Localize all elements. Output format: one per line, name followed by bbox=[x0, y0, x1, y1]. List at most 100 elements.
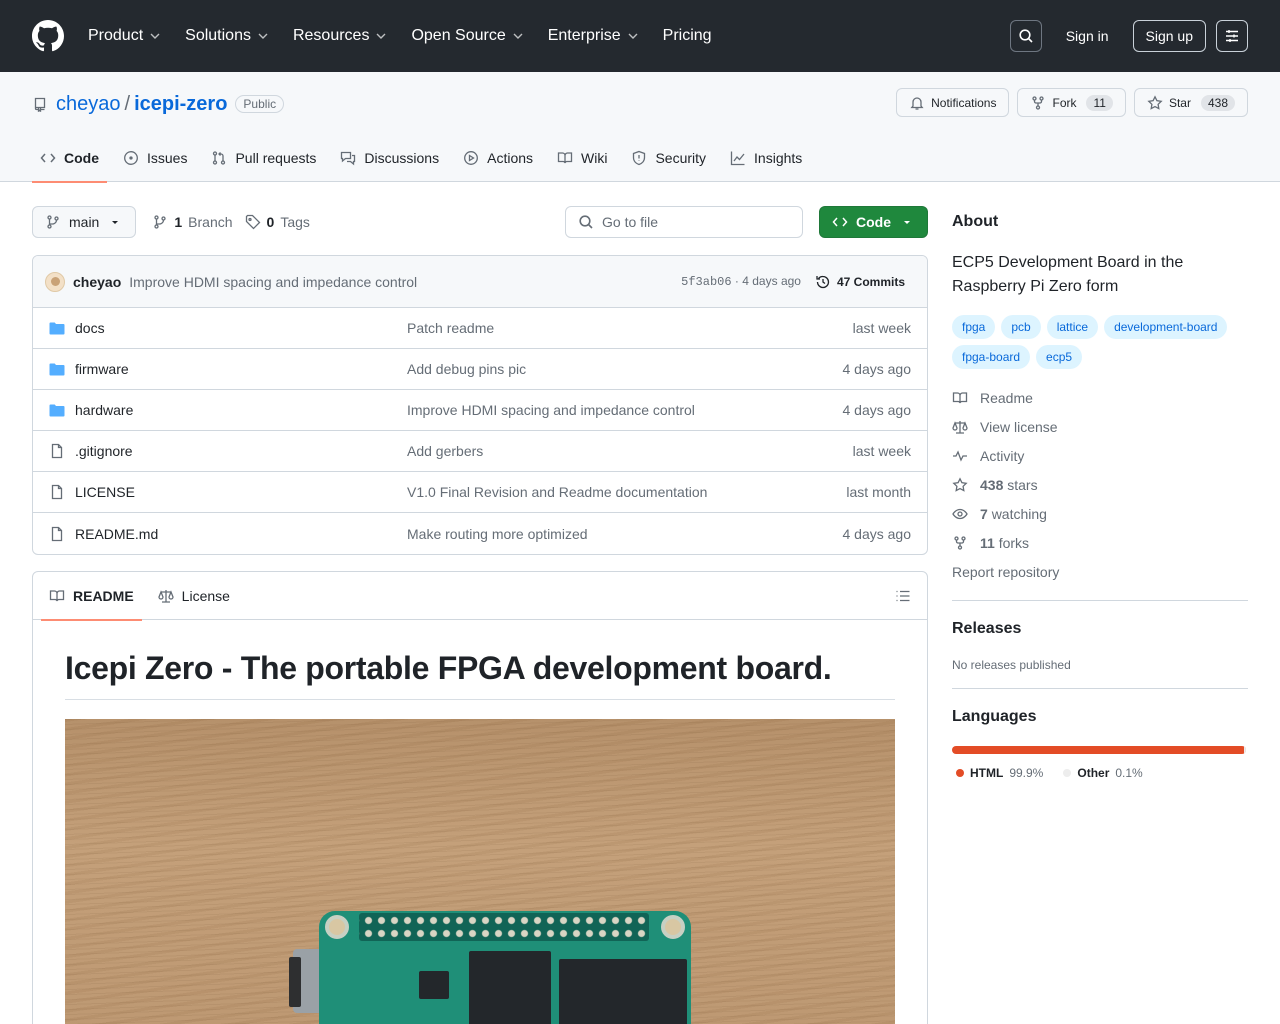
divider bbox=[952, 600, 1248, 601]
tab-license[interactable]: License bbox=[150, 572, 238, 620]
sliders-icon bbox=[1226, 30, 1238, 42]
top-nav: Product Solutions Resources Open Source … bbox=[88, 27, 734, 45]
file-name-link[interactable]: README.md bbox=[75, 526, 407, 542]
tag-icon bbox=[245, 214, 260, 230]
mount-hole bbox=[661, 915, 685, 939]
repo-header: cheyao / icepi-zero Public Notifications… bbox=[0, 72, 1280, 183]
language-other[interactable]: Other 0.1% bbox=[1063, 766, 1143, 780]
title-separator: / bbox=[124, 92, 131, 115]
watching-link[interactable]: 7 watching bbox=[952, 499, 1248, 528]
file-name-link[interactable]: docs bbox=[75, 320, 407, 336]
file-commit-message[interactable]: Patch readme bbox=[407, 320, 494, 336]
topic-tag[interactable]: lattice bbox=[1046, 315, 1099, 339]
language-html[interactable]: HTML 99.9% bbox=[956, 766, 1043, 780]
report-repository-link[interactable]: Report repository bbox=[952, 557, 1248, 586]
branch-name: main bbox=[69, 214, 100, 230]
tab-actions[interactable]: Actions bbox=[455, 134, 541, 182]
nav-product[interactable]: Product bbox=[88, 27, 163, 45]
commit-message[interactable]: Improve HDMI spacing and impedance contr… bbox=[129, 274, 417, 290]
topic-tag[interactable]: fpga bbox=[952, 315, 996, 339]
divider bbox=[952, 688, 1248, 689]
stars-link[interactable]: 438 stars bbox=[952, 470, 1248, 499]
file-commit-message[interactable]: Add gerbers bbox=[407, 443, 483, 459]
branches-link[interactable]: 1 Branch bbox=[152, 214, 233, 230]
discussion-icon bbox=[340, 150, 356, 166]
readme-tabs: README License bbox=[33, 572, 927, 621]
releases-title[interactable]: Releases bbox=[952, 620, 1248, 638]
commit-hash[interactable]: 5f3ab06 bbox=[681, 275, 731, 289]
nav-pricing[interactable]: Pricing bbox=[663, 27, 712, 45]
topic-tag[interactable]: ecp5 bbox=[1036, 345, 1083, 369]
settings-menu-button[interactable] bbox=[1216, 20, 1248, 52]
topic-tag[interactable]: pcb bbox=[1001, 315, 1041, 339]
table-row[interactable]: LICENSE V1.0 Final Revision and Readme do… bbox=[33, 472, 927, 513]
avatar[interactable] bbox=[45, 271, 65, 292]
file-name-link[interactable]: firmware bbox=[75, 361, 407, 377]
code-dropdown-button[interactable]: Code bbox=[819, 206, 928, 238]
table-row[interactable]: docs Patch readme last week bbox=[33, 308, 927, 349]
bell-icon bbox=[910, 96, 924, 110]
list-icon[interactable] bbox=[895, 588, 911, 604]
go-to-file-input[interactable]: Go to file bbox=[565, 206, 803, 238]
file-icon bbox=[49, 443, 65, 459]
github-logo-icon[interactable] bbox=[32, 20, 64, 52]
file-name-link[interactable]: hardware bbox=[75, 402, 407, 418]
nav-resources-label: Resources bbox=[292, 27, 370, 44]
topic-tag[interactable]: development-board bbox=[1104, 315, 1228, 339]
star-icon bbox=[1147, 94, 1163, 110]
activity-link[interactable]: Activity bbox=[952, 441, 1248, 470]
watching-text: 7 watching bbox=[980, 506, 1047, 522]
nav-solutions[interactable]: Solutions bbox=[185, 27, 271, 45]
nav-open-source[interactable]: Open Source bbox=[411, 27, 525, 45]
topic-tag[interactable]: fpga-board bbox=[952, 345, 1031, 369]
language-percent: 99.9% bbox=[1009, 766, 1044, 780]
history-icon bbox=[816, 275, 830, 288]
nav-resources[interactable]: Resources bbox=[293, 27, 389, 45]
tab-security[interactable]: Security bbox=[623, 134, 714, 182]
notifications-button[interactable]: Notifications bbox=[896, 88, 1010, 117]
tags-link[interactable]: 0 Tags bbox=[245, 214, 310, 230]
file-commit-message[interactable]: V1.0 Final Revision and Readme documenta… bbox=[407, 484, 707, 500]
license-link[interactable]: View license bbox=[952, 412, 1248, 441]
file-commit-message[interactable]: Make routing more optimized bbox=[407, 526, 588, 542]
tab-wiki[interactable]: Wiki bbox=[549, 134, 615, 182]
sign-in-link[interactable]: Sign in bbox=[1052, 28, 1123, 44]
code-button-label: Code bbox=[856, 214, 891, 230]
tab-discussions[interactable]: Discussions bbox=[332, 134, 447, 182]
pull-request-icon bbox=[211, 150, 227, 166]
commit-hash-age: 5f3ab06 · 4 days ago bbox=[681, 274, 801, 289]
tab-code[interactable]: Code bbox=[32, 134, 107, 183]
table-row[interactable]: hardware Improve HDMI spacing and impedan… bbox=[33, 390, 927, 431]
search-button[interactable] bbox=[1009, 20, 1042, 52]
star-icon bbox=[952, 476, 968, 493]
forks-count: 11 bbox=[980, 534, 995, 551]
fork-count: 11 bbox=[1086, 94, 1113, 111]
table-row[interactable]: firmware Add debug pins pic 4 days ago bbox=[33, 349, 927, 390]
tab-insights[interactable]: Insights bbox=[722, 134, 810, 182]
file-commit-message[interactable]: Improve HDMI spacing and impedance contr… bbox=[407, 402, 695, 418]
star-button[interactable]: Star 438 bbox=[1133, 88, 1248, 117]
commit-author[interactable]: cheyao bbox=[73, 274, 121, 290]
forks-link[interactable]: 11 forks bbox=[952, 528, 1248, 557]
table-row[interactable]: .gitignore Add gerbers last week bbox=[33, 431, 927, 472]
file-name-link[interactable]: .gitignore bbox=[75, 443, 407, 459]
fork-button[interactable]: Fork 11 bbox=[1017, 88, 1126, 117]
sign-up-button[interactable]: Sign up bbox=[1132, 20, 1206, 52]
language-list: HTML 99.9% Other 0.1% bbox=[952, 766, 1248, 780]
repo-name-link[interactable]: icepi-zero bbox=[134, 93, 227, 116]
table-row[interactable]: README.md Make routing more optimized 4 da… bbox=[33, 513, 927, 554]
commits-link[interactable]: 47 Commits bbox=[815, 274, 905, 290]
nav-enterprise[interactable]: Enterprise bbox=[548, 27, 641, 45]
file-name-link[interactable]: LICENSE bbox=[75, 484, 407, 500]
file-commit-message[interactable]: Add debug pins pic bbox=[407, 361, 526, 377]
caret-down-icon bbox=[112, 221, 119, 224]
repo-owner-link[interactable]: cheyao bbox=[56, 93, 121, 116]
readme-link[interactable]: Readme bbox=[952, 383, 1248, 412]
tab-pull-requests[interactable]: Pull requests bbox=[203, 134, 324, 182]
tab-readme[interactable]: README bbox=[41, 572, 142, 621]
book-icon bbox=[952, 390, 968, 406]
chevron-down-icon bbox=[150, 33, 160, 39]
branch-select-button[interactable]: main bbox=[32, 206, 137, 238]
tab-issues[interactable]: Issues bbox=[115, 134, 195, 182]
chip bbox=[419, 971, 449, 999]
